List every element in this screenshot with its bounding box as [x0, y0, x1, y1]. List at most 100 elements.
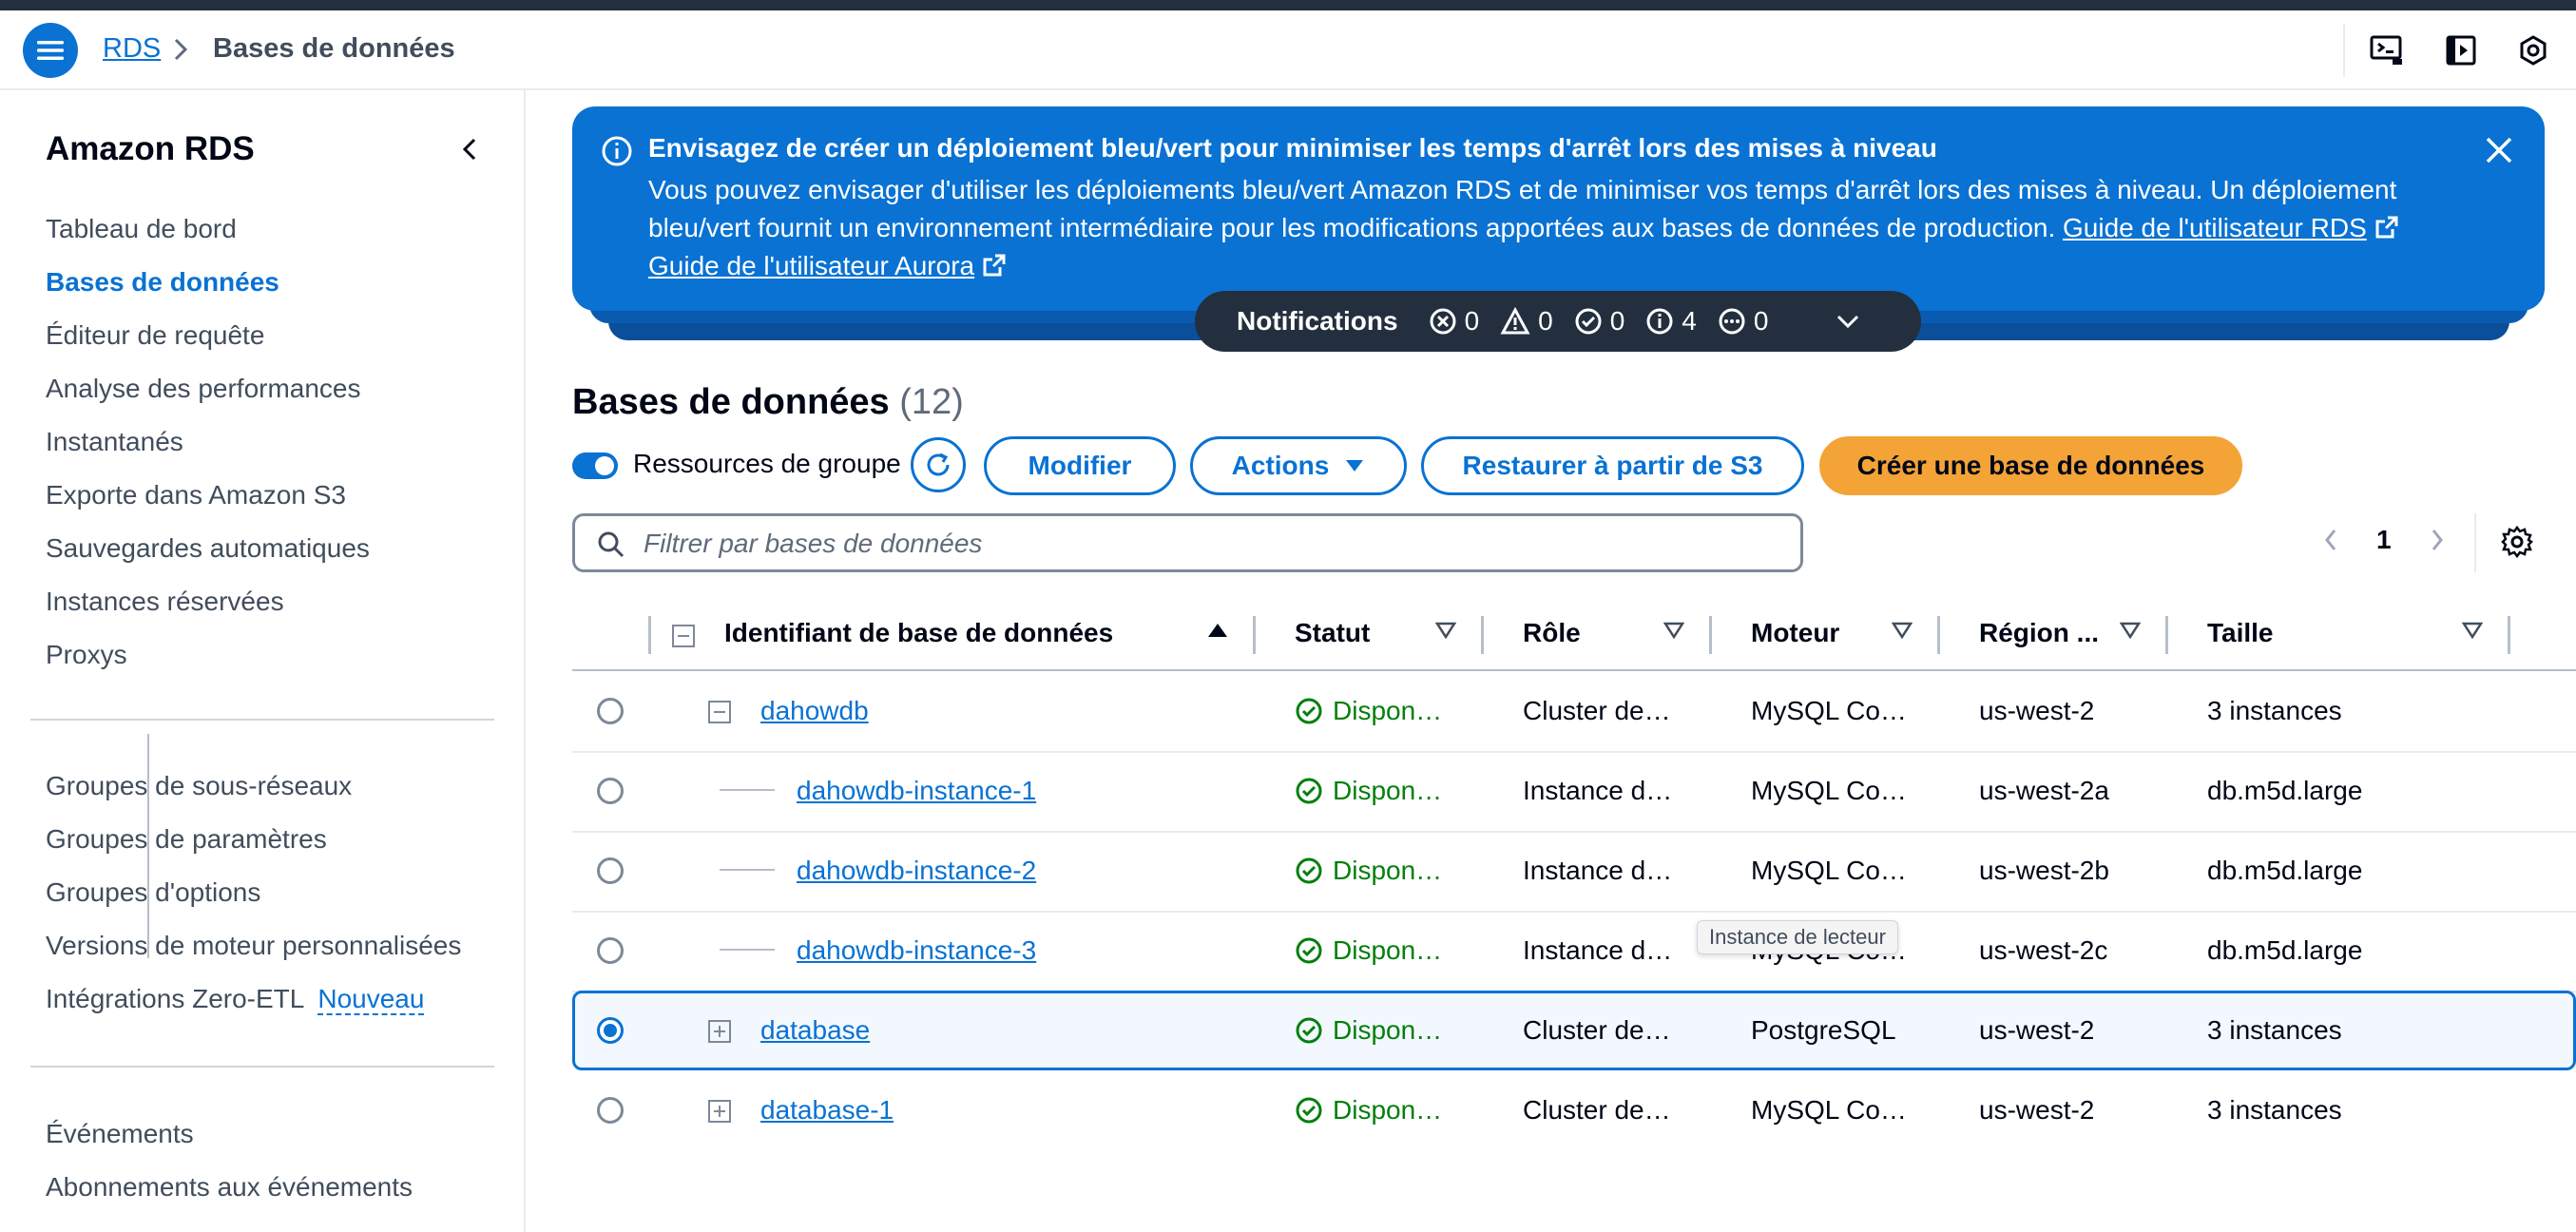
table-row-selected[interactable]: database Dispon… Cluster de… PostgreSQL … [572, 991, 2576, 1070]
sidebar-item-zero-etl[interactable]: Intégrations Zero-ETL Nouveau [46, 984, 425, 1015]
region-cell: us-west-2c [1979, 935, 2108, 965]
row-select-radio[interactable] [597, 937, 624, 964]
sidebar-divider [30, 719, 494, 721]
chevron-right-icon[interactable] [2426, 525, 2449, 555]
expand-icon[interactable] [707, 1019, 732, 1044]
sidebar-item-exports-s3[interactable]: Exporte dans Amazon S3 [46, 480, 346, 510]
sidebar-item-databases[interactable]: Bases de données [46, 267, 279, 298]
engine-cell: MySQL Co… [1751, 696, 1907, 725]
table-row[interactable]: database-1 Dispon… Cluster de… MySQL Co…… [572, 1070, 2576, 1150]
success-icon [1296, 698, 1322, 724]
column-header-engine[interactable]: Moteur [1751, 618, 1839, 648]
sidebar-item-reserved-instances[interactable]: Instances réservées [46, 587, 284, 617]
column-header-role[interactable]: Rôle [1523, 618, 1581, 648]
sort-icon[interactable] [2120, 622, 2141, 639]
db-identifier-link[interactable]: dahowdb-instance-1 [797, 776, 1036, 806]
search-input[interactable] [642, 524, 1786, 564]
breadcrumb-rds-link[interactable]: RDS [103, 33, 161, 65]
row-select-radio[interactable] [597, 857, 624, 884]
cloudshell-button[interactable] [2368, 31, 2406, 69]
group-resources-toggle[interactable] [572, 452, 618, 479]
settings-shield-button[interactable] [2514, 31, 2552, 69]
sort-icon[interactable] [1435, 622, 1456, 639]
table-row[interactable]: dahowdb Dispon… Cluster de… MySQL Co… us… [572, 671, 2576, 753]
engine-cell: MySQL Co… [1751, 776, 1907, 805]
actions-dropdown[interactable]: Actions [1190, 436, 1407, 495]
sort-ascending-icon[interactable] [1206, 620, 1229, 639]
warning-count: 0 [1500, 306, 1553, 337]
sidebar-item-parameter-groups[interactable]: Groupes de paramètres [46, 824, 327, 855]
table-row[interactable]: dahowdb-instance-1 Dispon… Instance d… M… [572, 751, 2576, 833]
success-icon [1296, 937, 1322, 964]
sidebar-item-events[interactable]: Événements [46, 1119, 194, 1149]
sidebar-item-subnet-groups[interactable]: Groupes de sous-réseaux [46, 771, 352, 801]
menu-button[interactable] [23, 23, 78, 78]
create-database-button[interactable]: Créer une base de données [1819, 436, 2242, 495]
notifications-label: Notifications [1237, 306, 1398, 336]
row-select-radio[interactable] [597, 1097, 624, 1124]
size-cell: 3 instances [2207, 1095, 2342, 1125]
table-header: Identifiant de base de données Statut Rô… [572, 599, 2576, 671]
aurora-user-guide-link[interactable]: Guide de l'utilisateur Aurora [648, 251, 974, 280]
role-cell: Instance d… [1523, 856, 1673, 885]
row-select-radio[interactable] [597, 1017, 624, 1044]
collapse-icon[interactable] [707, 700, 732, 724]
search-icon [598, 531, 625, 558]
chevron-down-icon[interactable] [1835, 312, 1861, 331]
refresh-button[interactable] [911, 437, 966, 492]
sidebar-item-automated-backups[interactable]: Sauvegardes automatiques [46, 533, 370, 564]
table-row[interactable]: dahowdb-instance-3 Dispon… Instance d… M… [572, 911, 2576, 992]
sidebar-item-query-editor[interactable]: Éditeur de requête [46, 320, 264, 351]
chevron-right-icon [174, 38, 188, 61]
sidebar-item-performance-insights[interactable]: Analyse des performances [46, 374, 361, 404]
success-icon [1296, 778, 1322, 804]
sort-icon[interactable] [1663, 622, 1684, 639]
hexagon-gear-icon [2520, 35, 2547, 66]
close-icon[interactable] [2482, 133, 2516, 167]
sidebar-item-option-groups[interactable]: Groupes d'options [46, 877, 260, 908]
column-header-identifier[interactable]: Identifiant de base de données [724, 618, 1113, 648]
table-row[interactable]: dahowdb-instance-2 Dispon… Instance d… M… [572, 831, 2576, 913]
sidebar-item-event-subscriptions[interactable]: Abonnements aux événements [46, 1172, 413, 1203]
tree-branch [720, 949, 775, 951]
page-number[interactable]: 1 [2376, 525, 2392, 555]
db-identifier-link[interactable]: dahowdb-instance-3 [797, 935, 1036, 966]
database-count: (12) [899, 382, 964, 422]
sidebar-collapse-button[interactable] [451, 130, 489, 168]
notifications-bar[interactable]: Notifications 0 0 0 4 0 [1195, 291, 1921, 352]
sidebar-item-dashboard[interactable]: Tableau de bord [46, 214, 237, 244]
restore-from-s3-button[interactable]: Restaurer à partir de S3 [1421, 436, 1804, 495]
db-identifier-link[interactable]: database [760, 1015, 870, 1046]
sidebar-item-custom-engine-versions[interactable]: Versions de moteur personnalisées [46, 931, 461, 961]
column-header-region[interactable]: Région ... [1979, 618, 2099, 648]
rds-user-guide-link[interactable]: Guide de l'utilisateur RDS [2063, 213, 2367, 242]
collapse-all-icon[interactable] [671, 624, 696, 648]
breadcrumb-current: Bases de données [213, 33, 455, 64]
gear-icon[interactable] [2500, 525, 2534, 559]
db-identifier-link[interactable]: database-1 [760, 1095, 894, 1126]
expand-icon[interactable] [707, 1099, 732, 1124]
row-select-radio[interactable] [597, 698, 624, 724]
success-icon [1296, 857, 1322, 884]
column-divider [2508, 616, 2510, 654]
search-box [572, 513, 1803, 572]
role-cell: Cluster de… [1523, 1015, 1671, 1045]
panel-play-icon [2446, 35, 2476, 66]
engine-cell: MySQL Co… [1751, 1095, 1907, 1125]
new-badge: Nouveau [317, 984, 425, 1015]
actions-label: Actions [1231, 451, 1330, 480]
sidebar-item-snapshots[interactable]: Instantanés [46, 427, 183, 457]
db-identifier-link[interactable]: dahowdb-instance-2 [797, 856, 1036, 886]
status-badge: Dispon… [1295, 696, 1442, 726]
db-identifier-link[interactable]: dahowdb [760, 696, 869, 726]
modify-button[interactable]: Modifier [984, 436, 1176, 495]
column-header-size[interactable]: Taille [2207, 618, 2274, 648]
toolbar-divider [2343, 24, 2345, 77]
chevron-left-icon[interactable] [2319, 525, 2342, 555]
column-header-status[interactable]: Statut [1295, 618, 1370, 648]
console-toolbar-button[interactable] [2442, 31, 2480, 69]
sidebar-item-proxies[interactable]: Proxys [46, 640, 127, 670]
row-select-radio[interactable] [597, 778, 624, 804]
sort-icon[interactable] [1892, 622, 1913, 639]
sort-icon[interactable] [2462, 622, 2483, 639]
